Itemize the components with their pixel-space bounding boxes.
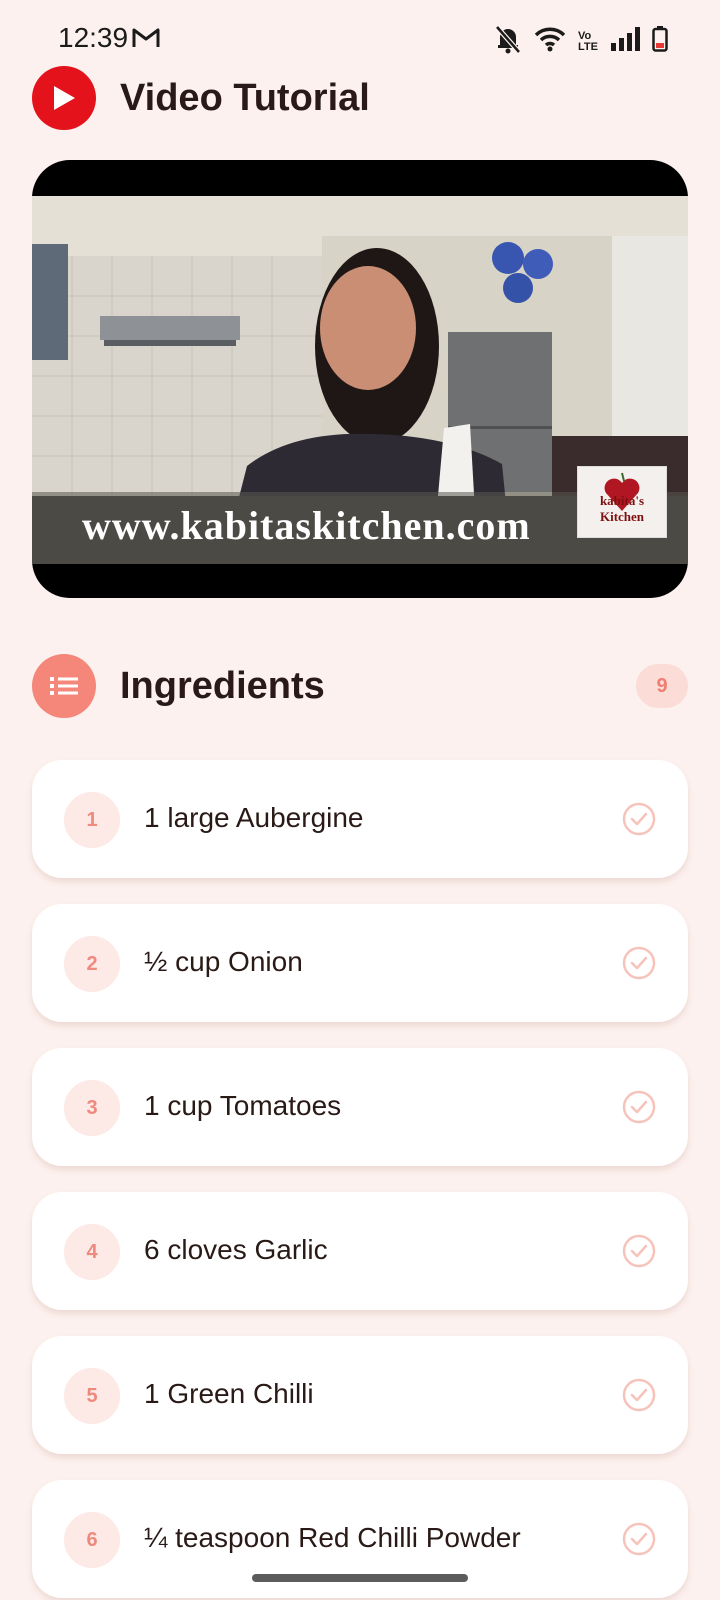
video-player[interactable]: www.kabitaskitchen.com kabita's Kitchen bbox=[32, 160, 688, 598]
ingredient-number: 6 bbox=[64, 1512, 120, 1568]
ingredient-number: 4 bbox=[64, 1224, 120, 1280]
volte-icon: Vo LTE bbox=[578, 29, 598, 53]
ingredient-number: 1 bbox=[64, 792, 120, 848]
ingredient-item[interactable]: 2 ½ cup Onion bbox=[32, 904, 688, 1022]
ingredients-count-badge: 9 bbox=[636, 664, 688, 708]
status-time: 12:39 bbox=[58, 22, 129, 53]
ingredient-text: 1 cup Tomatoes bbox=[144, 1090, 342, 1121]
ingredient-text: 1 large Aubergine bbox=[144, 802, 364, 833]
video-section-title: Video Tutorial bbox=[120, 76, 370, 119]
check-circle-icon[interactable] bbox=[622, 1090, 656, 1129]
bell-off-icon bbox=[494, 24, 522, 59]
ingredients-section-title: Ingredients bbox=[120, 664, 325, 707]
check-circle-icon[interactable] bbox=[622, 1522, 656, 1561]
check-circle-icon[interactable] bbox=[622, 1234, 656, 1273]
status-icons: Vo LTE bbox=[494, 24, 668, 59]
ingredient-item[interactable]: 3 1 cup Tomatoes bbox=[32, 1048, 688, 1166]
channel-logo-text: kabita's Kitchen bbox=[599, 493, 645, 524]
check-circle-icon[interactable] bbox=[622, 802, 656, 841]
ingredient-text: ½ cup Onion bbox=[144, 946, 303, 977]
signal-icon bbox=[610, 27, 640, 56]
ingredient-text: 1 Green Chilli bbox=[144, 1378, 314, 1409]
channel-logo: kabita's Kitchen bbox=[577, 466, 667, 538]
video-watermark-url: www.kabitaskitchen.com bbox=[82, 503, 531, 548]
ingredient-number: 3 bbox=[64, 1080, 120, 1136]
ingredient-number: 2 bbox=[64, 936, 120, 992]
ingredients-section-header: Ingredients 9 bbox=[32, 654, 688, 718]
home-indicator[interactable] bbox=[252, 1574, 468, 1582]
check-circle-icon[interactable] bbox=[622, 1378, 656, 1417]
ingredient-text: ¼ teaspoon Red Chilli Powder bbox=[144, 1522, 521, 1553]
battery-low-icon bbox=[652, 26, 668, 57]
ingredient-item[interactable]: 5 1 Green Chilli bbox=[32, 1336, 688, 1454]
wifi-icon bbox=[534, 26, 566, 57]
screen: 12:39 Vo LTE Video Tutorial www.kabitask… bbox=[0, 0, 720, 1600]
ingredient-item[interactable]: 1 1 large Aubergine bbox=[32, 760, 688, 878]
ingredient-item[interactable]: 4 6 cloves Garlic bbox=[32, 1192, 688, 1310]
list-icon bbox=[32, 654, 96, 718]
volte-bottom-label: LTE bbox=[578, 40, 598, 53]
ingredient-number: 5 bbox=[64, 1368, 120, 1424]
check-circle-icon[interactable] bbox=[622, 946, 656, 985]
volte-top-label: Vo bbox=[578, 29, 592, 42]
ingredient-text: 6 cloves Garlic bbox=[144, 1234, 328, 1265]
gmail-icon bbox=[132, 27, 160, 54]
youtube-play-icon bbox=[32, 66, 96, 130]
video-section-header: Video Tutorial bbox=[32, 66, 688, 130]
